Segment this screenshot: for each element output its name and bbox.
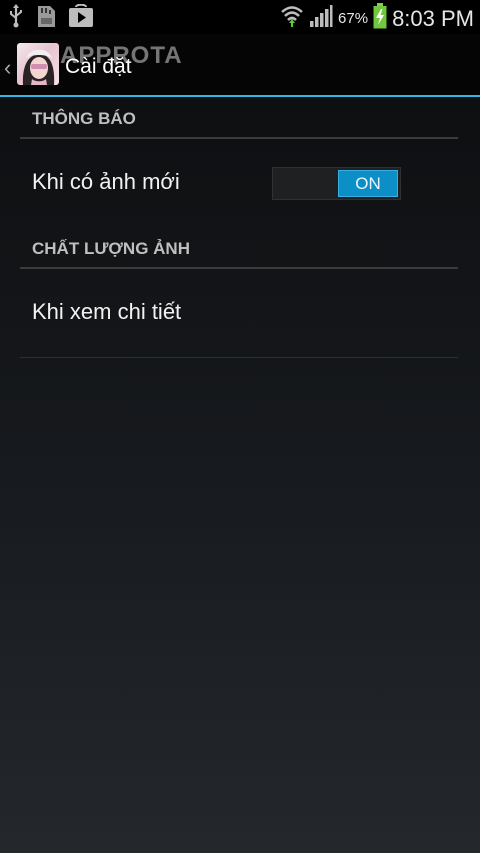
notification-toggle-switch[interactable]: ON <box>272 167 401 200</box>
wifi-icon <box>280 4 304 33</box>
list-divider <box>20 357 458 358</box>
sd-card-icon <box>36 4 56 33</box>
notification-icons <box>8 3 94 33</box>
section-header-label: CHẤT LƯỢNG ẢNH <box>32 239 190 258</box>
section-header-notifications: THÔNG BÁO <box>20 97 458 139</box>
signal-icon <box>309 4 333 33</box>
system-icons: 67% 8:03 PM <box>280 3 474 34</box>
status-bar: 67% 8:03 PM <box>0 0 480 34</box>
action-bar: ‹ APPROTA Cài đặt <box>0 34 480 95</box>
section-header-label: THÔNG BÁO <box>32 109 136 128</box>
battery-charging-icon <box>373 3 387 34</box>
section-header-photo-quality: CHẤT LƯỢNG ẢNH <box>20 227 458 269</box>
status-time: 8:03 PM <box>392 5 474 31</box>
play-store-icon <box>68 3 94 33</box>
app-icon[interactable] <box>17 43 59 85</box>
pref-title: Khi có ảnh mới <box>32 169 180 194</box>
usb-icon <box>8 4 24 33</box>
toggle-on-label: ON <box>338 170 398 197</box>
pref-title: Khi xem chi tiết <box>32 299 182 324</box>
page-title: Cài đặt <box>65 55 132 78</box>
pref-detail-view-quality[interactable]: Khi xem chi tiết <box>20 271 458 357</box>
settings-list: THÔNG BÁO Khi có ảnh mới ON CHẤT LƯỢNG Ả… <box>0 97 480 853</box>
battery-percent: 67% <box>338 10 369 27</box>
chevron-left-icon[interactable]: ‹ <box>4 55 11 81</box>
